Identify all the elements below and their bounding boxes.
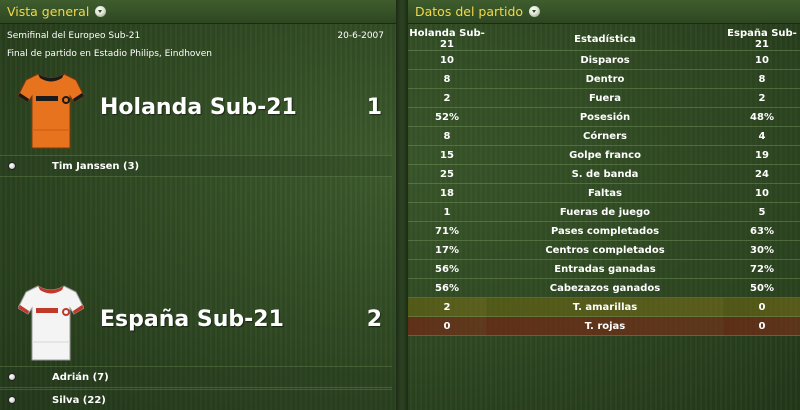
stats-row: 10 Disparos 10 xyxy=(408,50,800,70)
stats-row: 17% Centros completados 30% xyxy=(408,240,800,260)
away-stat-value: 63% xyxy=(724,221,800,241)
home-team-name[interactable]: Holanda Sub-21 xyxy=(100,95,297,120)
home-shirt-icon xyxy=(18,73,84,149)
stat-label: T. rojas xyxy=(486,316,724,336)
away-stat-value: 10 xyxy=(724,183,800,203)
away-stat-value: 4 xyxy=(724,126,800,146)
home-stat-value: 71% xyxy=(408,221,486,241)
stats-row: 18 Faltas 10 xyxy=(408,183,800,203)
home-stat-value: 10 xyxy=(408,50,486,70)
stat-label: Fueras de juego xyxy=(486,202,724,222)
away-stat-value: 8 xyxy=(724,69,800,89)
away-shirt-icon xyxy=(18,285,84,361)
stat-label: T. amarillas xyxy=(486,297,724,317)
stat-label: Entradas ganadas xyxy=(486,259,724,279)
stats-row: 56% Entradas ganadas 72% xyxy=(408,259,800,279)
home-stat-value: 8 xyxy=(408,69,486,89)
home-stat-value: 56% xyxy=(408,278,486,298)
stat-column-header: Estadística xyxy=(486,28,724,51)
stats-table: Holanda Sub-21 Estadística España Sub-21… xyxy=(408,28,800,336)
competition-label: Semifinal del Europeo Sub-21 xyxy=(7,31,141,41)
venue-label: Final de partido en Estadio Philips, Ein… xyxy=(7,49,212,59)
stat-label: Córners xyxy=(486,126,724,146)
match-stats-header: Datos del partido xyxy=(408,0,800,24)
stat-label: Golpe franco xyxy=(486,145,724,165)
stats-row: 2 Fuera 2 xyxy=(408,88,800,108)
away-stat-value: 10 xyxy=(724,50,800,70)
match-stats-panel: Datos del partido Holanda Sub-21 Estadís… xyxy=(408,0,800,410)
home-stat-value: 2 xyxy=(408,88,486,108)
match-stats-menu-icon[interactable] xyxy=(529,6,541,17)
scorer-name[interactable]: Tim Janssen (3) xyxy=(52,161,139,172)
stat-label: Cabezazos ganados xyxy=(486,278,724,298)
home-stat-value: 2 xyxy=(408,297,486,317)
away-stat-value: 30% xyxy=(724,240,800,260)
match-date: 20-6-2007 xyxy=(337,31,384,41)
ball-icon xyxy=(8,396,16,404)
away-stat-value: 0 xyxy=(724,316,800,336)
home-stat-value: 17% xyxy=(408,240,486,260)
home-stat-value: 15 xyxy=(408,145,486,165)
stats-row: 8 Dentro 8 xyxy=(408,69,800,89)
home-stat-value: 0 xyxy=(408,316,486,336)
scorer-name[interactable]: Adrián (7) xyxy=(52,372,109,383)
overview-header: Vista general xyxy=(0,0,396,24)
stat-label: Disparos xyxy=(486,50,724,70)
away-stat-value: 72% xyxy=(724,259,800,279)
stat-label: Faltas xyxy=(486,183,724,203)
away-stat-value: 50% xyxy=(724,278,800,298)
match-stats-title: Datos del partido xyxy=(415,4,524,19)
away-stat-value: 24 xyxy=(724,164,800,184)
stats-row: 56% Cabezazos ganados 50% xyxy=(408,278,800,298)
stat-label: Fuera xyxy=(486,88,724,108)
away-stat-value: 0 xyxy=(724,297,800,317)
home-stat-value: 52% xyxy=(408,107,486,127)
away-score: 2 xyxy=(366,307,382,332)
stats-row: 52% Posesión 48% xyxy=(408,107,800,127)
home-score: 1 xyxy=(366,95,382,120)
stat-label: Dentro xyxy=(486,69,724,89)
home-stat-value: 56% xyxy=(408,259,486,279)
stat-label: Posesión xyxy=(486,107,724,127)
panel-divider xyxy=(396,0,408,410)
away-stat-value: 19 xyxy=(724,145,800,165)
home-team-column-header: Holanda Sub-21 xyxy=(408,28,486,51)
stats-row: 0 T. rojas 0 xyxy=(408,316,800,336)
ball-icon xyxy=(8,162,16,170)
away-team-name[interactable]: España Sub-21 xyxy=(100,307,284,332)
away-scorer-row: Silva (22) xyxy=(0,389,392,410)
stats-row: 71% Pases completados 63% xyxy=(408,221,800,241)
overview-panel: Vista general Semifinal del Europeo Sub-… xyxy=(0,0,396,410)
away-stat-value: 5 xyxy=(724,202,800,222)
home-stat-value: 1 xyxy=(408,202,486,222)
away-stat-value: 48% xyxy=(724,107,800,127)
stats-row: 1 Fueras de juego 5 xyxy=(408,202,800,222)
scorer-name[interactable]: Silva (22) xyxy=(52,395,106,406)
stats-header-row: Holanda Sub-21 Estadística España Sub-21 xyxy=(408,28,800,51)
away-stat-value: 2 xyxy=(724,88,800,108)
ball-icon xyxy=(8,373,16,381)
stat-label: S. de banda xyxy=(486,164,724,184)
away-team-column-header: España Sub-21 xyxy=(724,28,800,51)
overview-menu-icon[interactable] xyxy=(95,6,107,17)
stat-label: Centros completados xyxy=(486,240,724,260)
home-scorer-row: Tim Janssen (3) xyxy=(0,155,392,177)
stat-label: Pases completados xyxy=(486,221,724,241)
stats-body: 10 Disparos 10 8 Dentro 8 2 Fuera 2 52% Posesión 48… xyxy=(408,50,800,336)
stats-row: 8 Córners 4 xyxy=(408,126,800,146)
overview-title: Vista general xyxy=(7,4,90,19)
stats-row: 15 Golpe franco 19 xyxy=(408,145,800,165)
home-stat-value: 18 xyxy=(408,183,486,203)
stats-row: 25 S. de banda 24 xyxy=(408,164,800,184)
home-stat-value: 8 xyxy=(408,126,486,146)
away-scorer-row: Adrián (7) xyxy=(0,366,392,388)
home-stat-value: 25 xyxy=(408,164,486,184)
stats-row: 2 T. amarillas 0 xyxy=(408,297,800,317)
